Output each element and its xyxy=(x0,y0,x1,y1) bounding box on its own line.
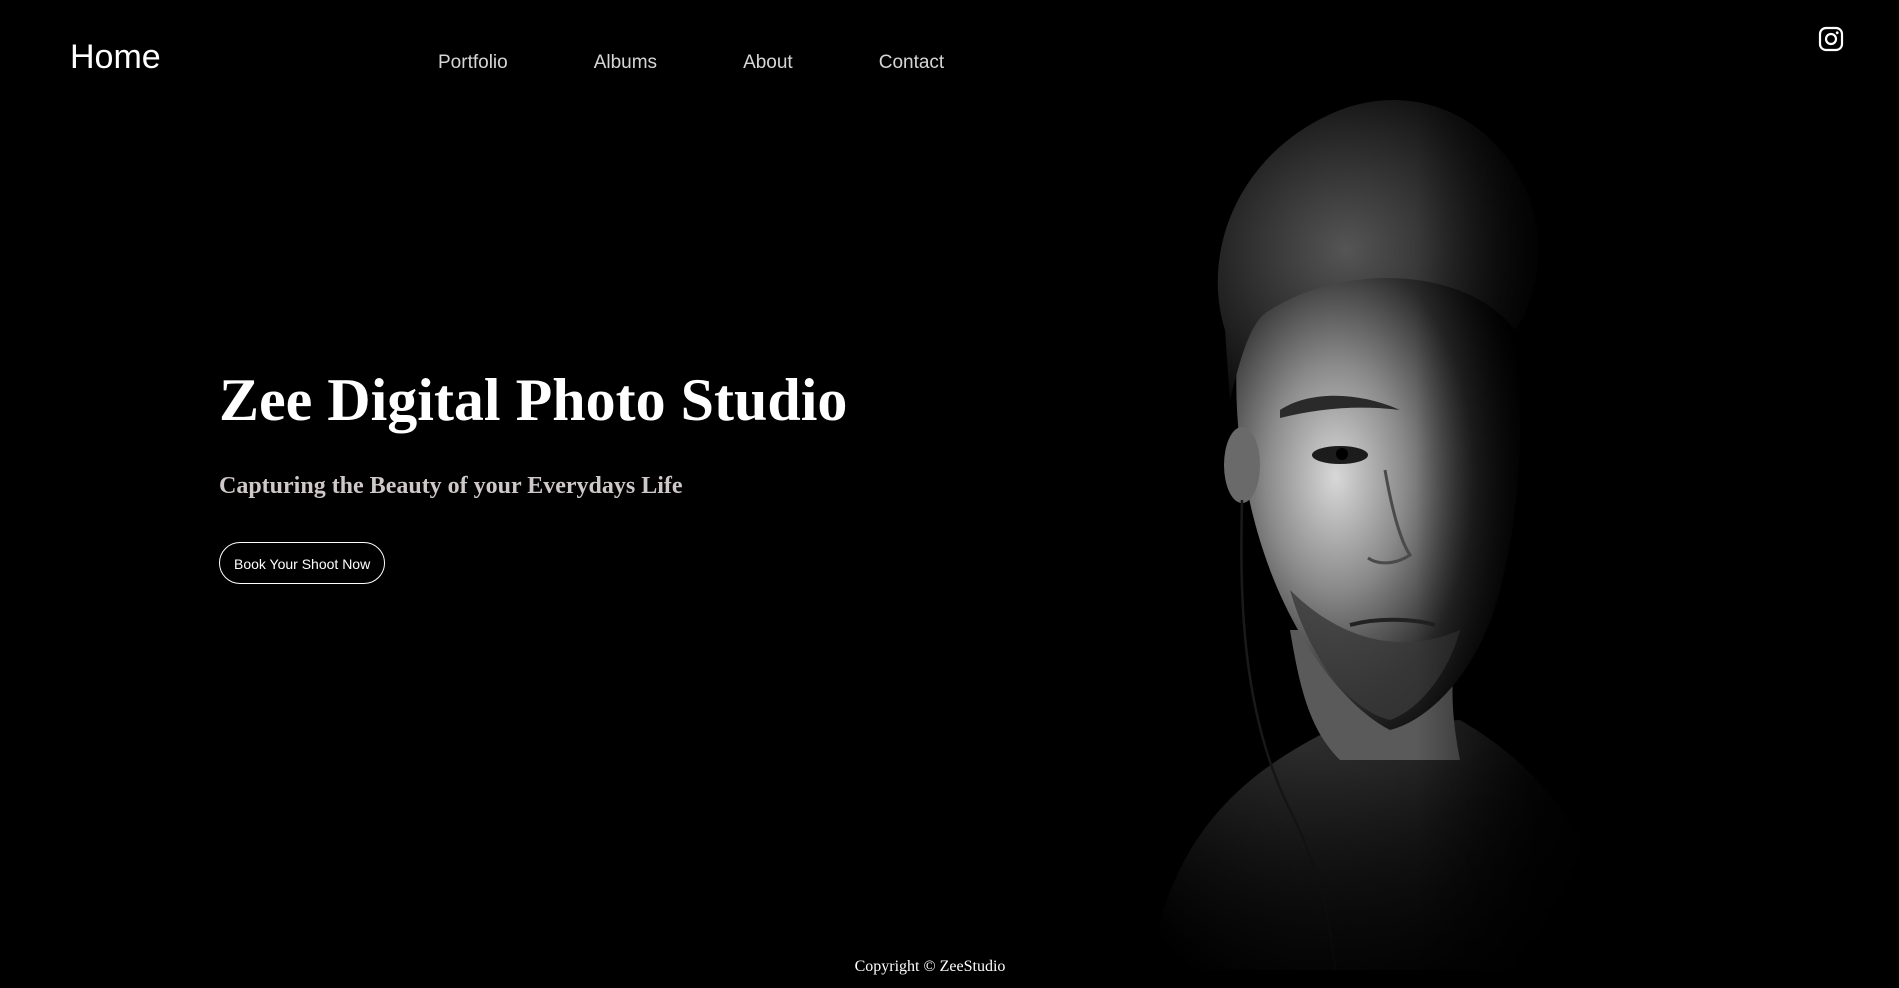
nav-link-portfolio[interactable]: Portfolio xyxy=(438,52,508,74)
nav-link-contact[interactable]: Contact xyxy=(879,52,944,74)
hero-title: Zee Digital Photo Studio xyxy=(219,367,848,433)
instagram-icon[interactable] xyxy=(1818,26,1844,52)
nav-link-about[interactable]: About xyxy=(743,52,793,74)
hero-section: Zee Digital Photo Studio Capturing the B… xyxy=(219,366,847,584)
book-shoot-button[interactable]: Book Your Shoot Now xyxy=(219,542,386,584)
main-nav: Portfolio Albums About Contact xyxy=(438,52,1030,74)
footer-copyright: Copyright © ZeeStudio xyxy=(854,958,1006,975)
hero-subtitle: Capturing the Beauty of your Everydays L… xyxy=(219,473,683,499)
home-link[interactable]: Home xyxy=(70,38,161,77)
nav-link-albums[interactable]: Albums xyxy=(594,52,657,74)
hero-portrait-image xyxy=(1130,70,1650,971)
page: Home Portfolio Albums About Contact Zee … xyxy=(0,0,1899,988)
